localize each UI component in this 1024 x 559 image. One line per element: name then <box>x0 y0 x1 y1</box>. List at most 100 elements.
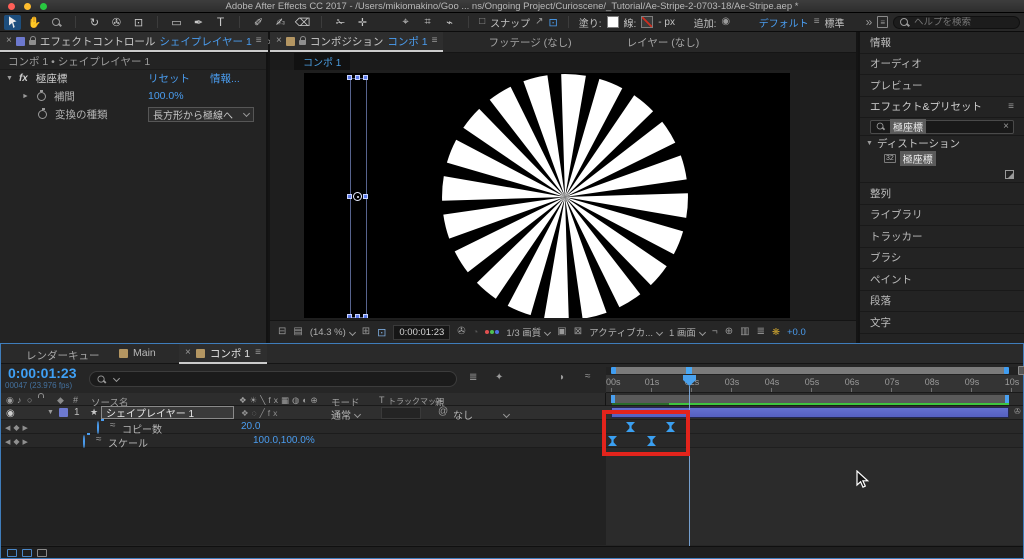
clear-search-icon[interactable]: × <box>1003 122 1009 132</box>
stopwatch-icon[interactable] <box>37 92 46 101</box>
collapse-group-icon[interactable]: ▼ <box>866 140 873 147</box>
panel-tracker[interactable]: トラッカー <box>860 226 1024 248</box>
layer-switches[interactable]: ❖◌╱fx <box>241 408 280 419</box>
fill-color-swatch[interactable] <box>607 16 619 28</box>
resolution-dropdown[interactable]: 1/3 画質 <box>506 325 550 339</box>
zoom-tool[interactable] <box>48 15 65 30</box>
prop-value[interactable]: 100.0,100.0% <box>253 435 315 446</box>
puppet-pin-tool[interactable]: ✛ <box>354 15 371 30</box>
prop-value[interactable]: 20.0 <box>241 421 260 432</box>
panel-brushes[interactable]: ブラシ <box>860 248 1024 270</box>
camera-tool[interactable]: ✇ <box>108 15 125 30</box>
panel-preview[interactable]: プレビュー <box>860 75 1024 97</box>
always-preview-icon[interactable]: ⊟ <box>278 327 286 337</box>
panel-paragraph[interactable]: 段落 <box>860 291 1024 313</box>
navigator-playhead[interactable] <box>686 367 692 374</box>
tab-effect-controls[interactable]: × エフェクトコントロール シェイプレイヤー 1 ≡ <box>0 32 268 52</box>
help-search-field[interactable] <box>893 16 1020 29</box>
selection-handle[interactable] <box>363 75 368 80</box>
roto-brush-tool[interactable]: ✁ <box>332 15 349 30</box>
live-update-icon[interactable]: ◗ <box>559 373 565 383</box>
grid-guides-icon[interactable]: ⊞ <box>362 327 370 337</box>
timeline-search-input[interactable] <box>122 372 450 387</box>
selection-handle[interactable] <box>347 194 352 199</box>
panel-menu-icon[interactable]: ≡ <box>432 36 438 46</box>
trkmat-dropdown[interactable] <box>381 407 421 419</box>
main-viewer-icon[interactable]: ▤ <box>293 327 302 337</box>
pan-behind-tool[interactable]: ⊡ <box>130 15 147 30</box>
panel-info[interactable]: 情報 <box>860 32 1024 54</box>
comp-viewer[interactable] <box>270 70 856 320</box>
sync-settings-icon[interactable]: ≡ <box>877 16 888 28</box>
effect-about-link[interactable]: 情報... <box>210 71 240 86</box>
fill-label[interactable]: 塗り: <box>579 15 602 30</box>
magnification-dropdown[interactable]: (14.3 %) <box>310 327 355 338</box>
effects-search-field[interactable]: 極座標 × <box>870 120 1014 134</box>
effect-name[interactable]: 極座標 <box>36 71 68 86</box>
panel-audio[interactable]: オーディオ <box>860 54 1024 76</box>
type-tool[interactable]: T <box>212 15 229 30</box>
stopwatch-icon[interactable] <box>97 421 99 434</box>
snap-checkbox[interactable]: □ <box>479 17 485 27</box>
target-region-icon[interactable]: ▣ <box>557 327 566 337</box>
fast-previews-icon[interactable]: ⊕ <box>725 327 733 337</box>
expand-transfer-controls-icon[interactable] <box>22 549 32 557</box>
lock-icon[interactable] <box>29 40 36 45</box>
panel-align[interactable]: 整列 <box>860 183 1024 205</box>
camera-view-dropdown[interactable]: アクティブカ... <box>589 325 662 339</box>
brainstorm-icon[interactable]: ✦ <box>495 373 503 383</box>
expand-prop-icon[interactable]: ► <box>22 93 29 100</box>
navigator-end-handle[interactable] <box>1004 367 1009 374</box>
fx-badge-icon[interactable]: fx <box>19 73 28 84</box>
effect-list-item[interactable]: 極座標 <box>900 151 936 166</box>
flowchart-icon[interactable]: ≣ <box>757 327 765 337</box>
effect-group-name[interactable]: ディストーション <box>877 136 960 151</box>
comp-button-icon[interactable]: ✇ <box>1014 408 1021 416</box>
close-tab-icon[interactable]: × <box>276 36 282 46</box>
tab-main[interactable]: Main <box>119 347 156 359</box>
layer-name[interactable]: シェイプレイヤー 1 <box>101 406 234 419</box>
expand-layer-icon[interactable]: ▼ <box>47 409 54 416</box>
comp-marker-bin-icon[interactable] <box>1018 366 1024 375</box>
composition-flowchart-icon[interactable]: ≣ <box>469 373 477 383</box>
close-tab-icon[interactable]: × <box>185 348 191 358</box>
layer-label-chip[interactable] <box>59 408 68 417</box>
panel-menu-icon[interactable]: ≡ <box>256 36 262 46</box>
panel-paint[interactable]: ペイント <box>860 269 1024 291</box>
collapse-effect-icon[interactable]: ▼ <box>6 75 13 82</box>
keyframe-navigator[interactable]: ◀◆▶ <box>5 437 28 446</box>
tab-footage[interactable]: フッテージ (なし) <box>488 35 571 50</box>
tab-render-queue[interactable]: レンダーキュー <box>26 348 100 363</box>
reset-exposure-icon[interactable]: ❋ <box>772 327 780 338</box>
graph-editor-icon[interactable]: ≈ <box>585 372 591 382</box>
region-of-interest-icon[interactable]: ⊡ <box>377 326 386 339</box>
snap-region-icon[interactable]: ⊡ <box>549 16 558 29</box>
workspace-standard-button[interactable]: 標準 <box>825 15 845 30</box>
keyframe-navigator[interactable]: ◀◆▶ <box>5 423 28 432</box>
selection-handle[interactable] <box>355 75 360 80</box>
navigator-bar[interactable] <box>611 367 1009 374</box>
conversion-type-dropdown[interactable]: 長方形から極線へ <box>148 107 254 122</box>
viewer-comp-tab[interactable]: コンポ 1 <box>294 53 350 70</box>
eraser-tool[interactable]: ⌫ <box>294 15 311 30</box>
selection-handle[interactable] <box>347 75 352 80</box>
selection-tool[interactable] <box>4 15 21 30</box>
prop-value[interactable]: 100.0% <box>148 90 184 102</box>
work-area-end-handle[interactable] <box>1005 395 1009 403</box>
selection-handle[interactable] <box>347 314 352 318</box>
parent-pickwhip-icon[interactable]: @ <box>438 407 448 417</box>
panel-libraries[interactable]: ライブラリ <box>860 205 1024 227</box>
lock-icon[interactable] <box>299 40 306 45</box>
expression-graph-icon[interactable]: ≈ <box>110 421 116 431</box>
pixel-aspect-icon[interactable]: ¬ <box>712 327 718 337</box>
effect-reset-link[interactable]: リセット <box>148 71 190 86</box>
workspace-default-menu-icon[interactable]: ≡ <box>814 17 820 27</box>
layer-visibility-toggle[interactable]: ◉ <box>6 408 15 419</box>
stopwatch-icon[interactable] <box>38 110 47 119</box>
anchor-point[interactable] <box>353 192 362 201</box>
panel-character[interactable]: 文字 <box>860 312 1024 334</box>
shape-tool[interactable]: ▭ <box>168 15 185 30</box>
navigator-start-handle[interactable] <box>611 367 616 374</box>
help-search-input[interactable] <box>914 17 1014 28</box>
exposure-value[interactable]: +0.0 <box>787 327 806 338</box>
